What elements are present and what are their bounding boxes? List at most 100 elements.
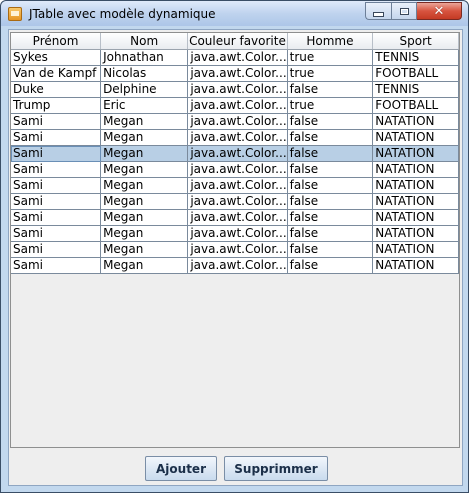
table-cell[interactable]: java.awt.Color...	[187, 145, 288, 162]
table-row[interactable]: Sami Megan java.awt.Color... false NATATION	[11, 113, 459, 130]
table-cell[interactable]: java.awt.Color...	[187, 193, 288, 210]
table-cell[interactable]: Megan	[100, 209, 189, 226]
table-cell[interactable]: false	[287, 257, 374, 274]
table-cell[interactable]: Sami	[11, 257, 102, 274]
table-row[interactable]: Trump Eric java.awt.Color... true FOOTBALL	[11, 97, 459, 114]
column-header[interactable]: Prénom	[11, 33, 102, 50]
table-cell[interactable]: java.awt.Color...	[187, 225, 288, 242]
table-cell[interactable]: NATATION	[372, 241, 459, 258]
delete-button[interactable]: Supprimmer	[224, 456, 328, 481]
table-cell[interactable]: Van de Kampf	[11, 65, 102, 82]
table-row[interactable]: Sykes Johnathan java.awt.Color... true TENNI…	[11, 49, 459, 66]
table-cell[interactable]: Sami	[11, 193, 102, 210]
table-cell[interactable]: Megan	[100, 145, 189, 162]
data-table[interactable]: Prénom Nom Couleur favorite Homme Sport Syke…	[11, 33, 459, 274]
table-row[interactable]: Duke Delphine java.awt.Color... false TENNIS	[11, 81, 459, 98]
table-cell[interactable]: Nicolas	[100, 65, 189, 82]
table-cell[interactable]: Megan	[100, 177, 189, 194]
table-cell[interactable]: true	[287, 65, 374, 82]
table-cell[interactable]: NATATION	[372, 209, 459, 226]
table-cell[interactable]: Sami	[11, 241, 102, 258]
table-row[interactable]: Sami Megan java.awt.Color... false NATATION	[11, 209, 459, 226]
table-cell[interactable]: java.awt.Color...	[187, 241, 288, 258]
table-cell[interactable]: java.awt.Color...	[187, 257, 288, 274]
close-button[interactable]: ✕	[417, 2, 462, 20]
maximize-icon	[399, 7, 409, 15]
minimize-button[interactable]	[365, 2, 391, 20]
table-cell[interactable]: false	[287, 225, 374, 242]
table-cell[interactable]: NATATION	[372, 225, 459, 242]
table-cell[interactable]: Johnathan	[100, 49, 189, 66]
add-button[interactable]: Ajouter	[145, 456, 217, 481]
table-header: Prénom Nom Couleur favorite Homme Sport	[11, 33, 459, 50]
table-cell[interactable]: Megan	[100, 161, 189, 178]
java-app-icon	[8, 7, 22, 21]
table-cell[interactable]: NATATION	[372, 129, 459, 146]
table-cell[interactable]: Megan	[100, 193, 189, 210]
table-cell[interactable]: Duke	[11, 81, 102, 98]
title-bar[interactable]: JTable avec modèle dynamique ✕	[1, 1, 468, 26]
table-cell[interactable]: Megan	[100, 241, 189, 258]
table-cell[interactable]: Sami	[11, 225, 102, 242]
table-cell[interactable]: TENNIS	[372, 49, 459, 66]
column-header[interactable]: Nom	[100, 33, 189, 50]
table-cell[interactable]: false	[287, 113, 374, 130]
table-cell[interactable]: FOOTBALL	[372, 97, 459, 114]
table-cell[interactable]: false	[287, 81, 374, 98]
table-row[interactable]: Sami Megan java.awt.Color... false NATATION	[11, 161, 459, 178]
table-cell[interactable]: NATATION	[372, 161, 459, 178]
table-cell[interactable]: TENNIS	[372, 81, 459, 98]
table-cell[interactable]: Sami	[11, 209, 102, 226]
table-cell[interactable]: Megan	[100, 129, 189, 146]
table-cell[interactable]: java.awt.Color...	[187, 49, 288, 66]
table-cell[interactable]: false	[287, 193, 374, 210]
table-cell[interactable]: FOOTBALL	[372, 65, 459, 82]
table-cell[interactable]: java.awt.Color...	[187, 209, 288, 226]
table-cell[interactable]: Sami	[11, 177, 102, 194]
table-cell[interactable]: Megan	[100, 257, 189, 274]
table-cell[interactable]: java.awt.Color...	[187, 113, 288, 130]
column-header[interactable]: Sport	[372, 33, 459, 50]
table-cell[interactable]: Megan	[100, 225, 189, 242]
table-cell[interactable]: Sami	[11, 145, 102, 162]
column-header[interactable]: Homme	[287, 33, 374, 50]
table-cell[interactable]: Sami	[11, 113, 102, 130]
table-cell[interactable]: NATATION	[372, 257, 459, 274]
table-cell[interactable]: Eric	[100, 97, 189, 114]
table-cell[interactable]: Megan	[100, 113, 189, 130]
table-cell[interactable]: false	[287, 145, 374, 162]
column-header[interactable]: Couleur favorite	[187, 33, 288, 50]
maximize-button[interactable]	[391, 2, 417, 20]
table-cell[interactable]: Sami	[11, 129, 102, 146]
table-cell[interactable]: Delphine	[100, 81, 189, 98]
table-cell[interactable]: true	[287, 49, 374, 66]
table-cell[interactable]: NATATION	[372, 193, 459, 210]
table-cell[interactable]: true	[287, 97, 374, 114]
table-cell[interactable]: NATATION	[372, 145, 459, 162]
table-cell[interactable]: false	[287, 129, 374, 146]
table-row[interactable]: Sami Megan java.awt.Color... false NATATION	[11, 257, 459, 274]
table-row[interactable]: Sami Megan java.awt.Color... false NATATION	[11, 129, 459, 146]
table-row[interactable]: Sami Megan java.awt.Color... false NATATION	[11, 225, 459, 242]
table-cell[interactable]: Trump	[11, 97, 102, 114]
table-cell[interactable]: false	[287, 209, 374, 226]
table-row[interactable]: Sami Megan java.awt.Color... false NATATION	[11, 241, 459, 258]
table-cell[interactable]: java.awt.Color...	[187, 129, 288, 146]
table-cell[interactable]: NATATION	[372, 177, 459, 194]
table-row[interactable]: Sami Megan java.awt.Color... false NATATION	[11, 145, 459, 162]
table-cell[interactable]: Sami	[11, 161, 102, 178]
table-cell[interactable]: false	[287, 241, 374, 258]
table-row[interactable]: Van de Kampf Nicolas java.awt.Color... true…	[11, 65, 459, 82]
table-cell[interactable]: NATATION	[372, 113, 459, 130]
table-cell[interactable]: false	[287, 161, 374, 178]
table-row[interactable]: Sami Megan java.awt.Color... false NATATION	[11, 193, 459, 210]
table-scroll-pane[interactable]: Prénom Nom Couleur favorite Homme Sport Syke…	[10, 32, 460, 448]
table-cell[interactable]: java.awt.Color...	[187, 177, 288, 194]
table-cell[interactable]: java.awt.Color...	[187, 97, 288, 114]
table-cell[interactable]: java.awt.Color...	[187, 161, 288, 178]
table-cell[interactable]: Sykes	[11, 49, 102, 66]
table-cell[interactable]: false	[287, 177, 374, 194]
table-cell[interactable]: java.awt.Color...	[187, 65, 288, 82]
table-cell[interactable]: java.awt.Color...	[187, 81, 288, 98]
table-row[interactable]: Sami Megan java.awt.Color... false NATATION	[11, 177, 459, 194]
